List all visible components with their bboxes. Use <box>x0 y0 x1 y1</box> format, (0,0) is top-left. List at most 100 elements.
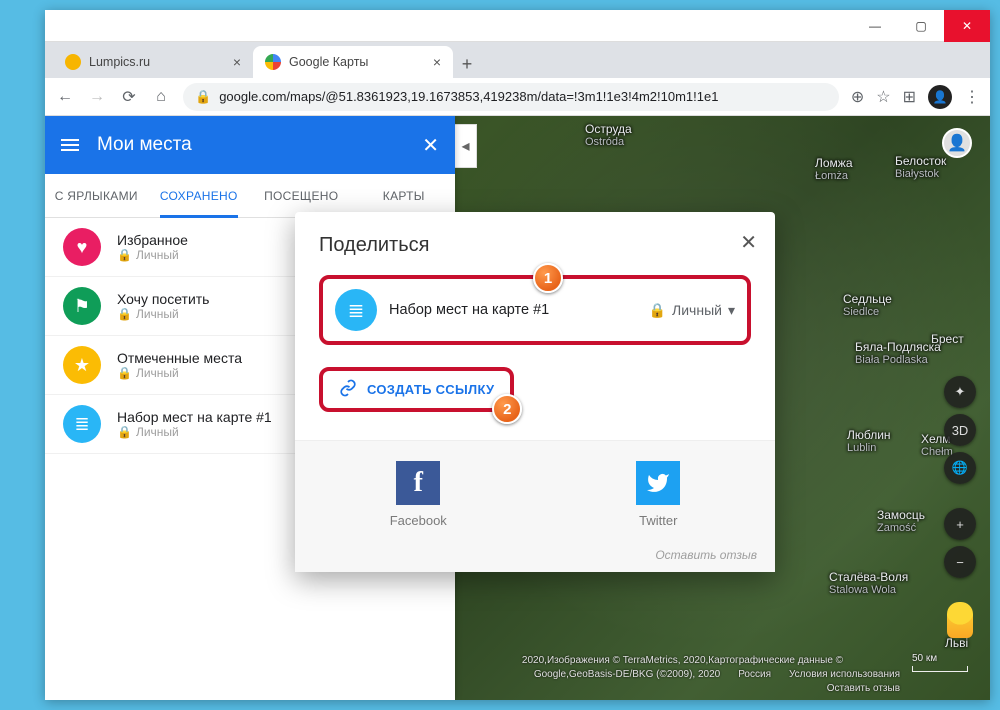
sidebar-collapse-button[interactable]: ◂ <box>455 124 477 168</box>
lock-icon: 🔒 <box>117 248 132 262</box>
country-link[interactable]: Россия <box>738 668 771 682</box>
nav-home-button[interactable]: ⌂ <box>151 88 171 106</box>
list-item-meta: 🔒 Личный <box>117 366 242 380</box>
url-text: google.com/maps/@51.8361923,19.1673853,4… <box>219 89 718 104</box>
privacy-dropdown[interactable]: 🔒 Личный ▾ <box>649 302 735 319</box>
map-place-label: СедльцеSiedlce <box>843 292 892 318</box>
lock-icon: 🔒 <box>195 89 211 105</box>
share-dialog: Поделиться ✕ ≣ Набор мест на карте #1 🔒 … <box>295 212 775 572</box>
dialog-feedback-link[interactable]: Оставить отзыв <box>295 540 775 572</box>
globe-button[interactable]: 🌐 <box>944 452 976 484</box>
tab-visited[interactable]: ПОСЕЩЕНО <box>250 174 353 217</box>
window-maximize-button[interactable]: ▢ <box>898 10 944 42</box>
share-socials: f Facebook Twitter <box>295 440 775 540</box>
window-minimize-button[interactable]: — <box>852 10 898 42</box>
list-item-name: Набор мест на карте #1 <box>117 409 272 425</box>
list-icon: ≣ <box>335 289 377 331</box>
map-place-label: ЗамосцьZamość <box>877 508 925 534</box>
compass-button[interactable]: ✦ <box>944 376 976 408</box>
lock-icon: 🔒 <box>649 302 666 319</box>
list-item-meta: 🔒 Личный <box>117 425 272 439</box>
map-place-label: Бяла-ПодляскаBiała Podlaska <box>855 340 941 366</box>
annotation-badge-2: 2 <box>492 394 522 424</box>
sidebar-header: Мои места ✕ <box>45 116 455 174</box>
browser-menu-icon[interactable]: ⋮ <box>964 87 980 107</box>
nav-reload-button[interactable]: ⟳ <box>119 87 139 107</box>
list-item-icon: ★ <box>63 346 101 384</box>
list-item-icon: ♥ <box>63 228 101 266</box>
new-tab-button[interactable]: + <box>453 50 481 78</box>
tab-maps[interactable]: КАРТЫ <box>353 174 456 217</box>
map-place-label: ОструдаOstróda <box>585 122 632 148</box>
hamburger-menu-icon[interactable] <box>61 139 79 151</box>
tab-saved[interactable]: СОХРАНЕНО <box>148 174 251 217</box>
lock-icon: 🔒 <box>117 307 132 321</box>
bookmark-star-icon[interactable]: ☆ <box>876 87 890 107</box>
list-item-icon: ≣ <box>63 405 101 443</box>
map-place-label: Льві <box>945 636 968 650</box>
nav-forward-button[interactable]: → <box>87 88 107 106</box>
create-link-button[interactable]: СОЗДАТЬ ССЫЛКУ 2 <box>319 367 514 412</box>
twitter-icon <box>636 461 680 505</box>
map-place-label: БелостокBiałystok <box>895 154 946 180</box>
window-close-button[interactable]: ✕ <box>944 10 990 42</box>
extensions-icon[interactable]: ⊞ <box>903 87 916 107</box>
terms-link[interactable]: Условия использования <box>789 668 900 682</box>
omnibox[interactable]: 🔒 google.com/maps/@51.8361923,19.1673853… <box>183 83 839 111</box>
tab-labeled[interactable]: С ЯРЛЫКАМИ <box>45 174 148 217</box>
facebook-icon: f <box>396 461 440 505</box>
tab-title: Google Карты <box>289 55 368 69</box>
facebook-label: Facebook <box>390 513 447 528</box>
dialog-close-button[interactable]: ✕ <box>740 230 757 255</box>
tab-close-icon[interactable]: × <box>233 54 241 70</box>
favicon-icon <box>65 54 81 70</box>
list-item-name: Избранное <box>117 232 188 248</box>
favicon-icon <box>265 54 281 70</box>
map-place-label: ЛомжаŁomża <box>815 156 853 182</box>
list-item-meta: 🔒 Личный <box>117 307 209 321</box>
chevron-down-icon: ▾ <box>728 302 735 319</box>
tab-title: Lumpics.ru <box>89 55 150 69</box>
3d-button[interactable]: 3D <box>944 414 976 446</box>
map-place-label: ЛюблинLublin <box>847 428 891 454</box>
lock-icon: 🔒 <box>117 366 132 380</box>
privacy-label: Личный <box>672 302 722 318</box>
map-controls: ✦ 3D 🌐 + − <box>944 376 976 638</box>
link-icon <box>339 379 357 400</box>
attrib-line: 2020,Изображения © TerraMetrics, 2020,Ка… <box>465 654 900 668</box>
lock-icon: 🔒 <box>117 425 132 439</box>
map-attribution: 2020,Изображения © TerraMetrics, 2020,Ка… <box>465 654 900 696</box>
scale-label: 50 км <box>912 653 937 664</box>
scale-bar: 50 км <box>912 653 968 672</box>
list-item-name: Хочу посетить <box>117 291 209 307</box>
share-twitter-button[interactable]: Twitter <box>636 461 680 528</box>
zoom-icon[interactable]: ⊕ <box>851 87 864 107</box>
browser-window: — ▢ ✕ Lumpics.ru × Google Карты × + ← → … <box>45 10 990 700</box>
pegman-icon[interactable] <box>947 602 973 638</box>
share-list-row: ≣ Набор мест на карте #1 🔒 Личный ▾ 1 <box>319 275 751 345</box>
sidebar-title: Мои места <box>97 134 192 156</box>
browser-tab-googlemaps[interactable]: Google Карты × <box>253 46 453 78</box>
zoom-in-button[interactable]: + <box>944 508 976 540</box>
annotation-badge-1: 1 <box>533 263 563 293</box>
profile-avatar[interactable]: 👤 <box>928 85 952 109</box>
dialog-title: Поделиться <box>319 234 751 257</box>
list-item-name: Отмеченные места <box>117 350 242 366</box>
twitter-label: Twitter <box>636 513 680 528</box>
tab-strip: Lumpics.ru × Google Карты × + <box>45 42 990 78</box>
share-list-name: Набор мест на карте #1 <box>389 302 549 318</box>
sidebar-close-button[interactable]: ✕ <box>422 133 439 158</box>
share-facebook-button[interactable]: f Facebook <box>390 461 447 528</box>
nav-back-button[interactable]: ← <box>55 88 75 106</box>
attrib-line: Google,GeoBasis-DE/BKG (©2009), 2020 <box>534 668 720 682</box>
browser-tab-lumpics[interactable]: Lumpics.ru × <box>53 46 253 78</box>
zoom-out-button[interactable]: − <box>944 546 976 578</box>
tab-close-icon[interactable]: × <box>433 54 441 70</box>
address-bar: ← → ⟳ ⌂ 🔒 google.com/maps/@51.8361923,19… <box>45 78 990 116</box>
map-feedback-link[interactable]: Оставить отзыв <box>827 682 900 696</box>
content-area: ОструдаOstróda ЛомжаŁomża БелостокBiałysto… <box>45 116 990 700</box>
maps-account-avatar[interactable]: 👤 <box>942 128 972 158</box>
list-item-meta: 🔒 Личный <box>117 248 188 262</box>
window-titlebar: — ▢ ✕ <box>45 10 990 42</box>
create-link-label: СОЗДАТЬ ССЫЛКУ <box>367 382 494 397</box>
